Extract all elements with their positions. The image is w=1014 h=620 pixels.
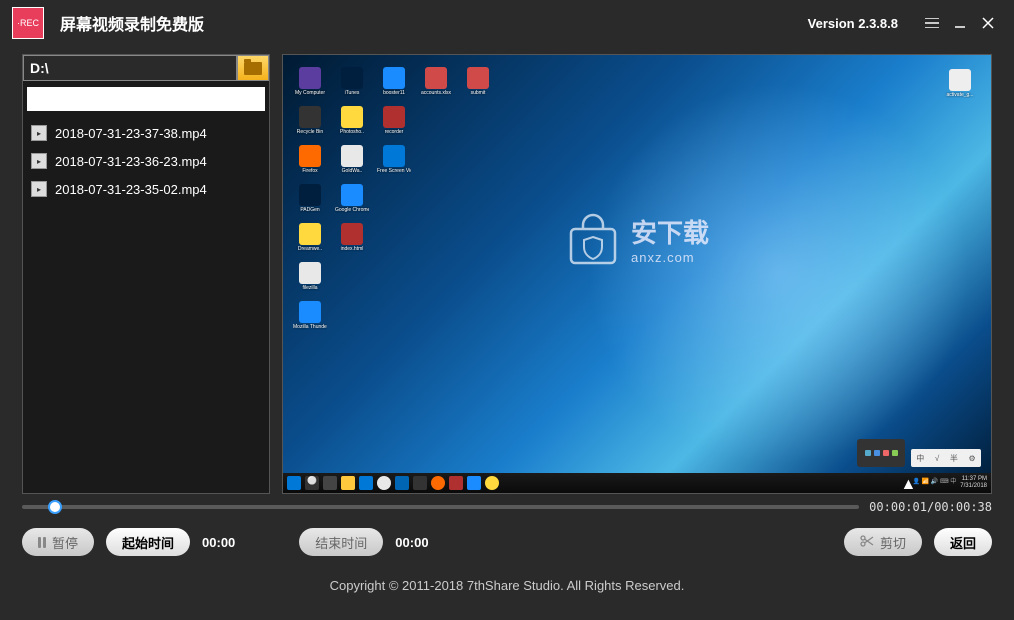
version-label: Version 2.3.8.8 <box>808 16 898 31</box>
desktop-icon: iTunes <box>335 67 369 96</box>
file-name: 2018-07-31-23-35-02.mp4 <box>55 182 207 197</box>
app-title: 屏幕视频录制免费版 <box>60 11 204 35</box>
desktop-icon: submit <box>461 67 495 96</box>
minimize-icon <box>954 17 966 29</box>
titlebar: ·REC 屏幕视频录制免费版 Version 2.3.8.8 <box>0 0 1014 46</box>
video-preview[interactable]: My Computer Recycle Bin Firefox PADGen Dream… <box>282 54 992 494</box>
watermark-url: anxz.com <box>631 250 709 265</box>
desktop-icon: index.html <box>335 223 369 252</box>
close-button[interactable] <box>974 9 1002 37</box>
folder-icon <box>244 62 262 75</box>
seek-slider[interactable] <box>22 505 859 509</box>
video-file-icon: ▸ <box>31 125 47 141</box>
end-time-btn-label: 结束时间 <box>315 533 367 552</box>
desktop-icon: Dreamwe.. <box>293 223 327 252</box>
desktop-icon: Recycle Bin <box>293 106 327 135</box>
pause-label: 暂停 <box>52 533 78 552</box>
file-sidebar: ▸ 2018-07-31-23-37-38.mp4 ▸ 2018-07-31-2… <box>22 54 270 494</box>
seek-time-label: 00:00:01/00:00:38 <box>869 500 992 514</box>
app-logo: ·REC <box>12 7 44 39</box>
desktop-icons-grid: My Computer Recycle Bin Firefox PADGen Dream… <box>293 67 495 330</box>
desktop-icon: Free Screen Video Rec.. <box>377 145 411 174</box>
start-time-btn-label: 起始时间 <box>122 533 174 552</box>
tray-popup <box>857 439 905 467</box>
windows-taskbar: ⚪ ▲ 👤 📶 🔊 ⌨ 中 11:37 PM 7/31/2018 <box>283 473 991 493</box>
desktop-icon: My Computer <box>293 67 327 96</box>
desktop-icon: Mozilla Thunder... <box>293 301 327 330</box>
desktop-icon: Firefox <box>293 145 327 174</box>
hamburger-icon <box>925 18 939 28</box>
start-time-button[interactable]: 起始时间 <box>106 528 190 556</box>
pause-icon <box>38 537 46 548</box>
search-input[interactable] <box>27 87 265 111</box>
menu-button[interactable] <box>918 9 946 37</box>
end-time-button[interactable]: 结束时间 <box>299 528 383 556</box>
file-list: ▸ 2018-07-31-23-37-38.mp4 ▸ 2018-07-31-2… <box>23 115 269 493</box>
seek-thumb[interactable] <box>48 500 62 514</box>
shield-bag-icon <box>565 211 621 267</box>
scissors-icon <box>860 535 874 550</box>
close-icon <box>982 17 994 29</box>
desktop-icon: Photosho.. <box>335 106 369 135</box>
desktop-icon: GoldWa.. <box>335 145 369 174</box>
cut-button[interactable]: 剪切 <box>844 528 922 556</box>
file-item[interactable]: ▸ 2018-07-31-23-36-23.mp4 <box>27 147 265 175</box>
back-label: 返回 <box>950 533 976 552</box>
file-item[interactable]: ▸ 2018-07-31-23-37-38.mp4 <box>27 119 265 147</box>
desktop-icon: Google Chrome <box>335 184 369 213</box>
desktop-icon: accounts.xlsx <box>419 67 453 96</box>
watermark-title: 安下载 <box>631 213 709 250</box>
watermark: 安下载 anxz.com <box>565 211 709 267</box>
end-time-value: 00:00 <box>395 535 428 550</box>
back-button[interactable]: 返回 <box>934 528 992 556</box>
desktop-icon: filezilla <box>293 262 327 291</box>
taskbar-clock: 11:37 PM 7/31/2018 <box>960 476 987 489</box>
start-time-value: 00:00 <box>202 535 235 550</box>
video-file-icon: ▸ <box>31 181 47 197</box>
start-button-icon <box>287 476 301 490</box>
desktop-icon: booster11 <box>377 67 411 96</box>
video-file-icon: ▸ <box>31 153 47 169</box>
path-input[interactable] <box>23 55 237 81</box>
desktop-icon: activate_g... <box>943 69 977 98</box>
browse-folder-button[interactable] <box>237 55 269 81</box>
minimize-button[interactable] <box>946 9 974 37</box>
file-name: 2018-07-31-23-36-23.mp4 <box>55 154 207 169</box>
copyright-footer: Copyright © 2011-2018 7thShare Studio. A… <box>0 556 1014 593</box>
desktop-icon: recorder <box>377 106 411 135</box>
ime-bar: 中√ 半⚙ <box>911 449 981 467</box>
file-item[interactable]: ▸ 2018-07-31-23-35-02.mp4 <box>27 175 265 203</box>
cut-label: 剪切 <box>880 533 906 552</box>
pause-button[interactable]: 暂停 <box>22 528 94 556</box>
file-name: 2018-07-31-23-37-38.mp4 <box>55 126 207 141</box>
desktop-icon: PADGen <box>293 184 327 213</box>
